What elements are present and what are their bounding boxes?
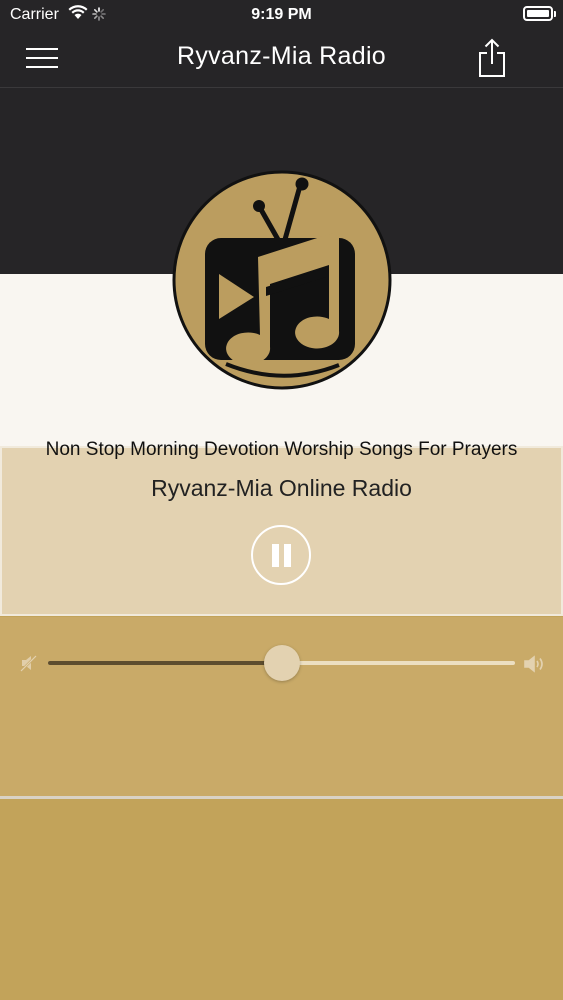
battery-tip xyxy=(554,11,556,17)
pause-button[interactable] xyxy=(251,525,311,585)
volume-mute-icon xyxy=(20,654,38,677)
bottom-panel xyxy=(0,799,563,1000)
song-title: Non Stop Morning Devotion Worship Songs … xyxy=(45,439,518,460)
volume-slider-thumb[interactable] xyxy=(264,645,300,681)
nav-bar: Ryvanz-Mia Radio xyxy=(0,30,563,88)
battery-icon xyxy=(523,6,553,21)
status-time: 9:19 PM xyxy=(251,6,312,23)
station-logo xyxy=(171,169,393,391)
station-name: Ryvanz-Mia Online Radio xyxy=(151,475,412,501)
share-icon[interactable] xyxy=(477,38,507,83)
volume-slider-fill xyxy=(48,661,282,665)
volume-high-icon xyxy=(523,654,547,679)
pause-icon xyxy=(272,544,279,567)
status-bar: Carrier 9:19 PM xyxy=(0,0,563,30)
